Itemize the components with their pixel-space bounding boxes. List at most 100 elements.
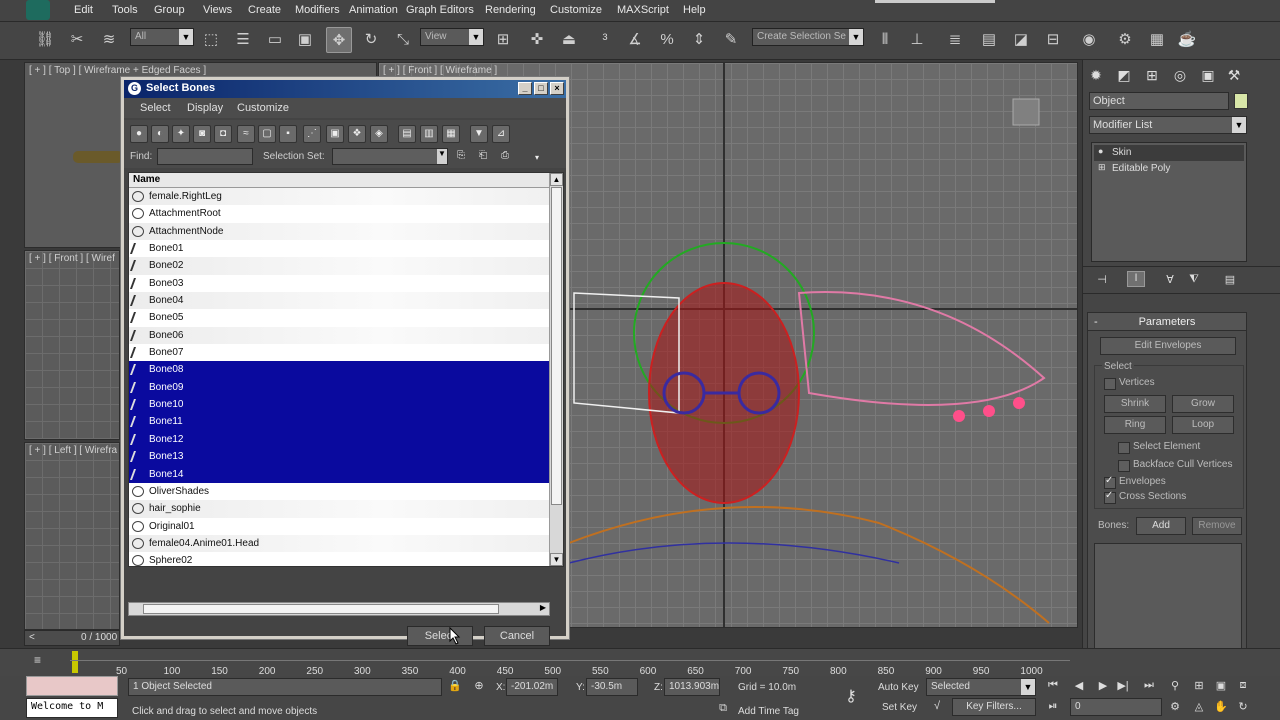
display-all-icon[interactable]: ▤: [398, 125, 416, 143]
make-unique-icon[interactable]: ∀: [1161, 273, 1179, 289]
expand-icon[interactable]: ⊞: [1098, 162, 1106, 173]
collapse-icon[interactable]: -: [1094, 313, 1098, 331]
menu-edit[interactable]: Edit: [74, 4, 93, 16]
list-item[interactable]: Bone13: [129, 448, 551, 466]
list-item[interactable]: Bone10: [129, 396, 551, 414]
remove-modifier-icon[interactable]: ⧨: [1185, 273, 1203, 289]
x-coordinate-field[interactable]: -201.02m: [506, 678, 558, 696]
display-invert-icon[interactable]: ▦: [442, 125, 460, 143]
select-button[interactable]: Select: [407, 626, 473, 646]
groups-filter-icon[interactable]: ▢: [258, 125, 276, 143]
viewport-top-label[interactable]: [ + ] [ Top ] [ Wireframe + Edged Faces …: [29, 65, 206, 76]
edit-envelopes-button[interactable]: Edit Envelopes: [1100, 337, 1236, 355]
menu-animation[interactable]: Animation: [349, 4, 398, 16]
absolute-mode-icon[interactable]: ⊕: [470, 679, 488, 695]
motion-tab-icon[interactable]: ◎: [1169, 64, 1191, 86]
menu-tools[interactable]: Tools: [112, 4, 138, 16]
remove-bone-button[interactable]: Remove: [1192, 517, 1242, 535]
time-slider-prev-icon[interactable]: <: [29, 632, 35, 643]
modify-tab-icon[interactable]: ◩: [1113, 64, 1135, 86]
helpers-filter-icon[interactable]: ◘: [214, 125, 232, 143]
dialog-titlebar[interactable]: G Select Bones _ □ ×: [124, 80, 566, 98]
list-item[interactable]: Bone14: [129, 465, 551, 483]
grow-button[interactable]: Grow: [1172, 395, 1234, 413]
pivot-center-icon[interactable]: ⊞: [490, 27, 516, 53]
list-item[interactable]: AttachmentRoot: [129, 205, 551, 223]
lock-selection-icon[interactable]: 🔒: [446, 679, 464, 695]
reference-coordinate-dropdown[interactable]: View ▼: [420, 28, 484, 46]
pin-stack-icon[interactable]: ⊣: [1093, 273, 1111, 289]
dialog-menu-select[interactable]: Select: [140, 102, 171, 114]
zoom-icon[interactable]: ⚲: [1166, 679, 1184, 695]
list-item[interactable]: Bone11: [129, 413, 551, 431]
list-item[interactable]: Bone05: [129, 309, 551, 327]
auto-key-button[interactable]: Auto Key: [878, 682, 919, 693]
list-item[interactable]: Bone03: [129, 274, 551, 293]
list-item[interactable]: Bone02: [129, 257, 551, 275]
time-tag-icon[interactable]: ⧉: [714, 702, 732, 718]
shapes-filter-icon[interactable]: ◐: [151, 125, 169, 143]
cameras-filter-icon[interactable]: ◙: [193, 125, 211, 143]
orbit-icon[interactable]: ↻: [1234, 700, 1252, 716]
list-item[interactable]: Sphere02: [129, 552, 551, 566]
spinner-snap-icon[interactable]: ⇕: [686, 27, 712, 53]
named-selection-set-dropdown[interactable]: Create Selection Se ▼: [752, 28, 864, 46]
previous-frame-icon[interactable]: ◀: [1070, 679, 1088, 695]
filter-options-icon[interactable]: ⊿: [492, 125, 510, 143]
list-item[interactable]: Bone06: [129, 326, 551, 345]
align-icon[interactable]: ⊥: [904, 27, 930, 53]
go-to-end-icon[interactable]: ⏭: [1140, 679, 1158, 695]
rendered-frame-window-icon[interactable]: ▦: [1144, 27, 1170, 53]
frozen-filter-icon[interactable]: ❖: [348, 125, 366, 143]
expand-options-icon[interactable]: ▾: [528, 150, 546, 168]
current-frame-field[interactable]: 0: [1070, 698, 1162, 716]
list-horizontal-scrollbar[interactable]: ▶: [128, 602, 550, 616]
list-item[interactable]: OliverShades: [129, 482, 551, 501]
hierarchy-tab-icon[interactable]: ⊞: [1141, 64, 1163, 86]
menu-views[interactable]: Views: [203, 4, 232, 16]
menu-modifiers[interactable]: Modifiers: [295, 4, 340, 16]
geometry-filter-icon[interactable]: ●: [130, 125, 148, 143]
move-icon[interactable]: ✥: [326, 27, 352, 53]
rotate-icon[interactable]: ↻: [358, 27, 384, 53]
vertices-checkbox[interactable]: Vertices: [1104, 377, 1155, 390]
key-icon[interactable]: ⚷: [842, 686, 860, 705]
bones-filter-icon[interactable]: ⋰: [303, 125, 321, 143]
time-slider[interactable]: 0 / 1000 <: [24, 630, 120, 646]
select-by-name-icon[interactable]: ☰: [230, 27, 256, 53]
zoom-extents-all-icon[interactable]: ⧈: [1234, 679, 1252, 695]
render-setup-icon[interactable]: ⚙: [1112, 27, 1138, 53]
list-item[interactable]: Bone01: [129, 240, 551, 258]
scrollbar-thumb[interactable]: [143, 604, 499, 614]
xrefs-filter-icon[interactable]: ▪: [279, 125, 297, 143]
parameters-rollout-header[interactable]: - Parameters: [1088, 313, 1246, 331]
viewport-left-label[interactable]: [ + ] [ Left ] [ Wirefra: [29, 445, 117, 456]
app-logo-icon[interactable]: [26, 0, 50, 20]
select-all-icon[interactable]: ⎘: [452, 148, 470, 166]
configure-modifier-sets-icon[interactable]: ▤: [1221, 273, 1239, 289]
render-teapot-icon[interactable]: ☕: [1174, 27, 1200, 53]
y-coordinate-field[interactable]: -30.5m: [586, 678, 638, 696]
key-filters-button[interactable]: Key Filters...: [952, 698, 1036, 716]
mini-curve-editor-icon[interactable]: ≡: [34, 653, 54, 669]
snaps-toggle-icon[interactable]: ³: [592, 27, 618, 53]
manipulate-icon[interactable]: ✜: [524, 27, 550, 53]
select-element-checkbox[interactable]: Select Element: [1118, 441, 1200, 454]
mirror-icon[interactable]: ⫴: [872, 27, 898, 53]
add-bone-button[interactable]: Add: [1136, 517, 1186, 535]
select-object-icon[interactable]: ⬚: [198, 27, 224, 53]
stack-item-skin[interactable]: ● Skin: [1094, 145, 1244, 161]
menu-group[interactable]: Group: [154, 4, 185, 16]
link-icon[interactable]: ⛓: [32, 27, 58, 53]
play-icon[interactable]: ▶: [1094, 679, 1112, 695]
list-item[interactable]: female04.Anime01.Head: [129, 534, 551, 553]
material-editor-icon[interactable]: ◉: [1076, 27, 1102, 53]
backface-cull-checkbox[interactable]: Backface Cull Vertices: [1118, 459, 1233, 472]
scroll-right-icon[interactable]: ▶: [537, 603, 549, 615]
cross-sections-checkbox[interactable]: Cross Sections: [1104, 490, 1186, 504]
keyboard-shortcut-icon[interactable]: ⏏: [556, 27, 582, 53]
scroll-down-icon[interactable]: ▼: [550, 553, 563, 566]
viewport-front-small-label[interactable]: [ + ] [ Front ] [ Wiref: [29, 253, 115, 264]
key-mode-toggle-icon[interactable]: ⏯: [1044, 700, 1062, 716]
list-item[interactable]: Bone04: [129, 292, 551, 310]
